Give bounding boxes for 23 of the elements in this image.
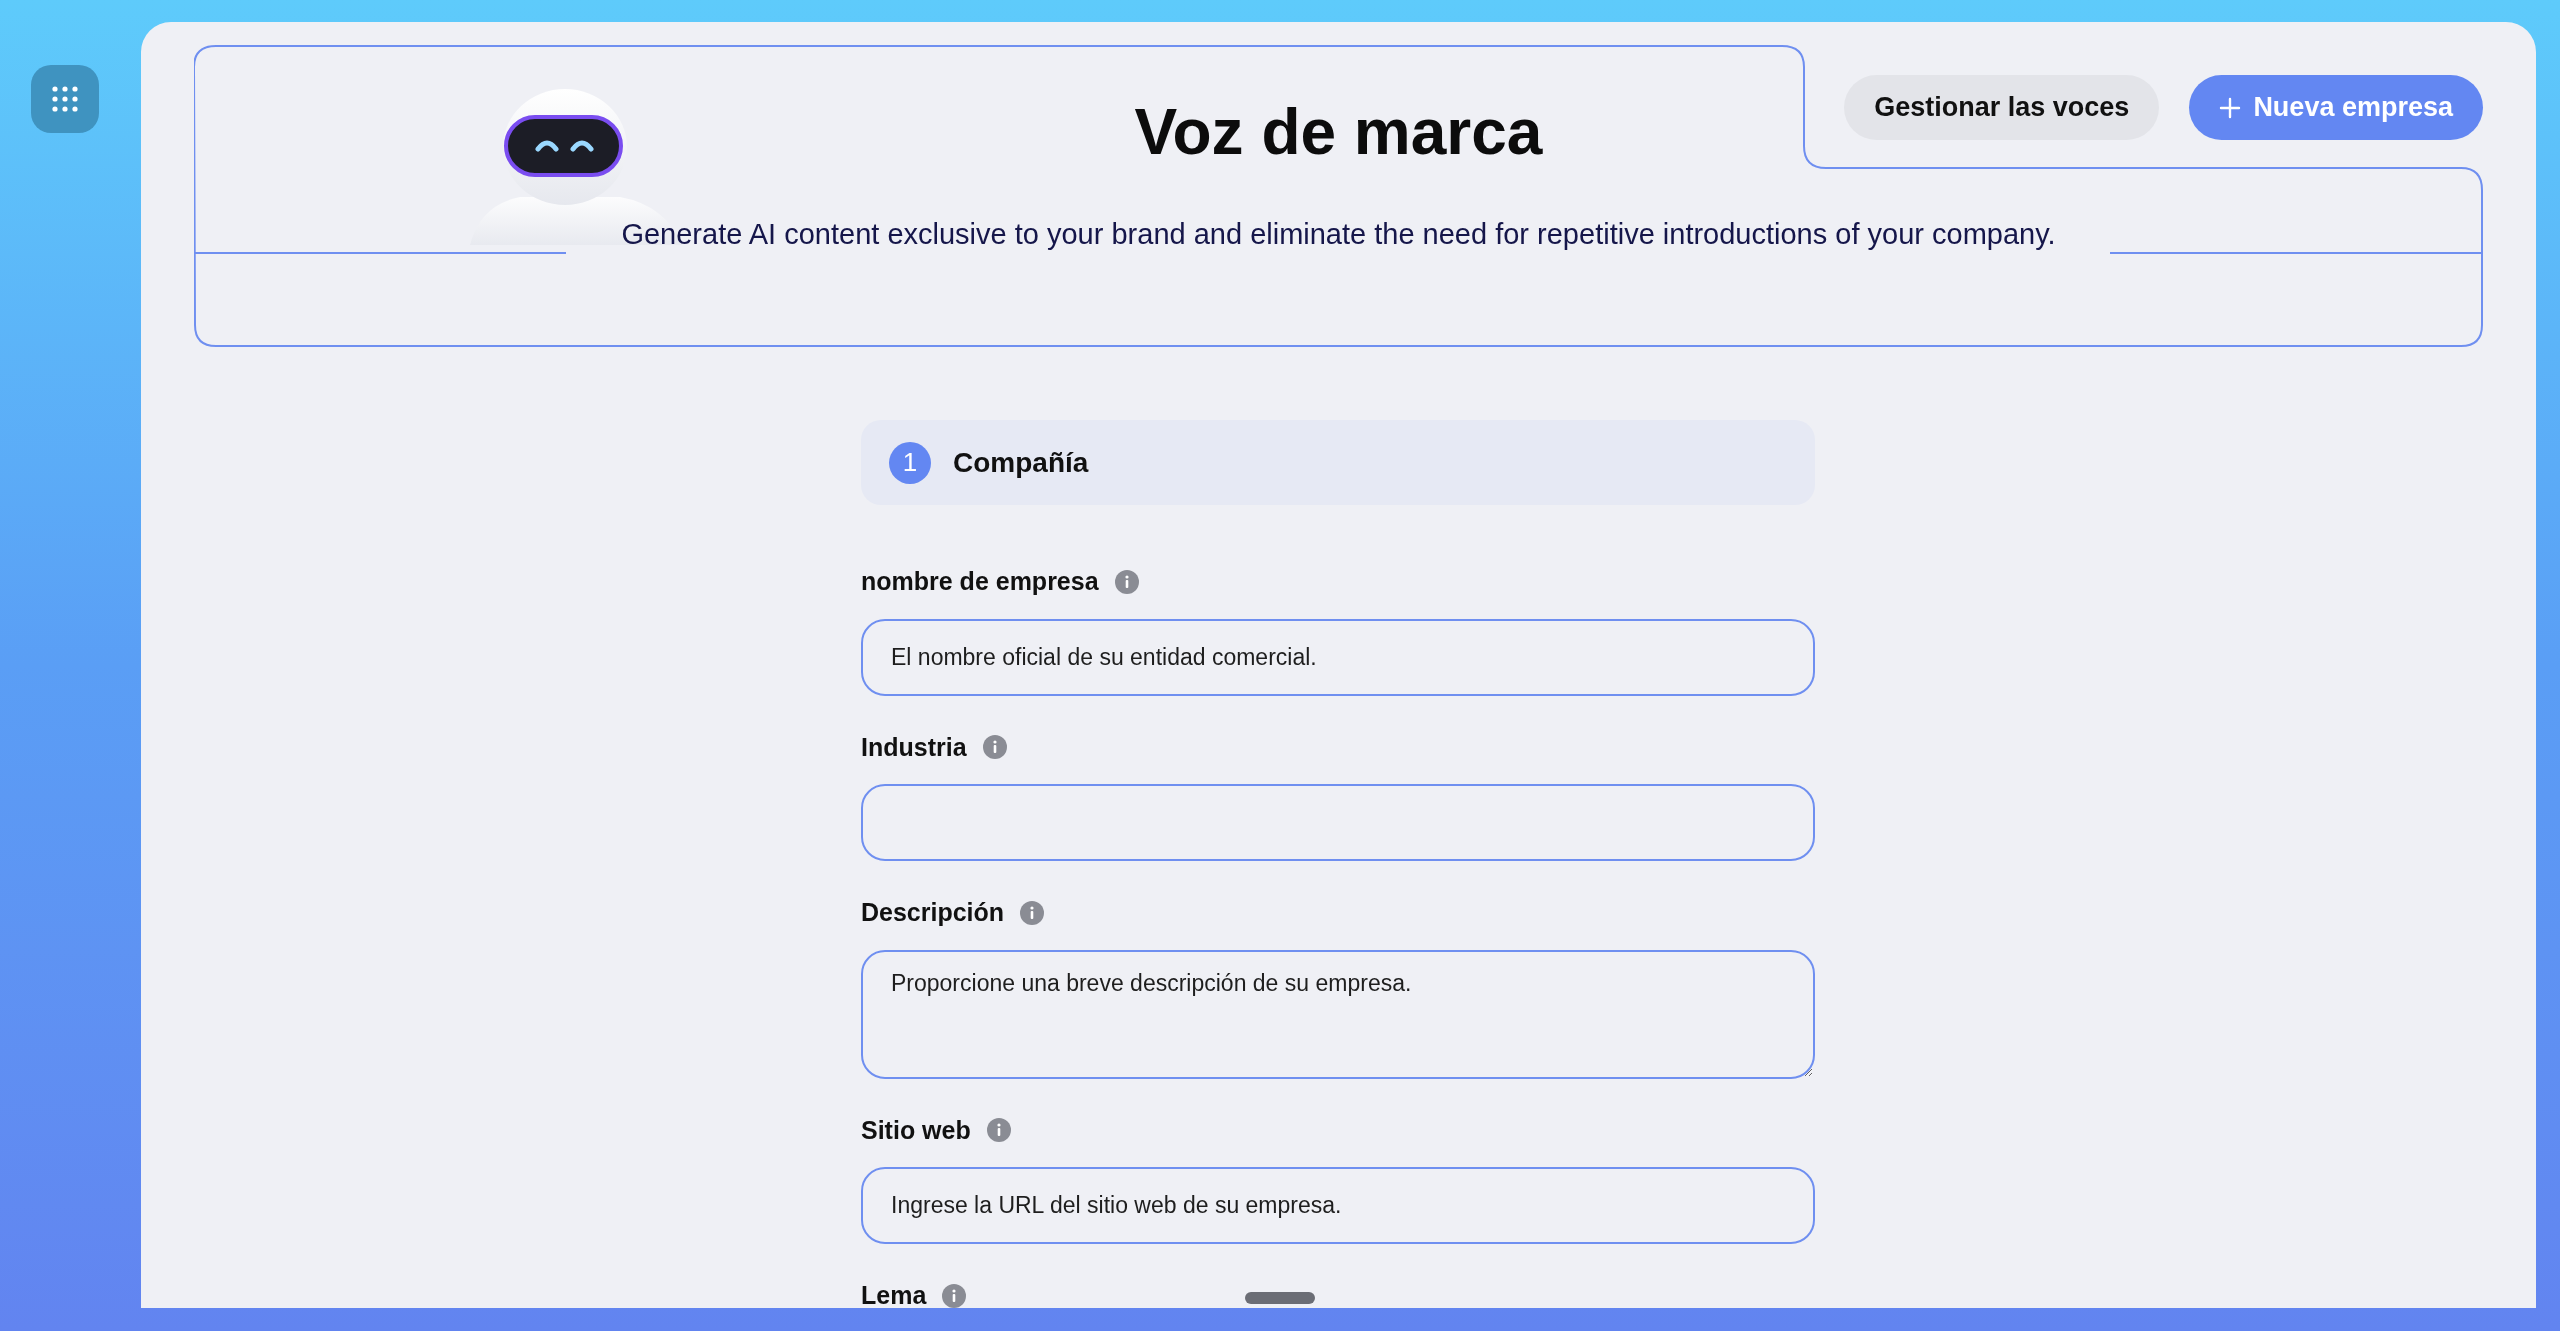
page-title: Voz de marca <box>1134 100 1543 164</box>
manage-voices-button[interactable]: Gestionar las voces <box>1844 75 2160 140</box>
step-title: Compañía <box>953 445 1089 480</box>
field-label: Sitio web <box>861 1114 971 1146</box>
grid-icon <box>51 86 78 112</box>
plus-icon <box>2219 96 2242 119</box>
info-icon <box>1020 900 1045 925</box>
field-label: Industria <box>861 731 967 763</box>
input-field[interactable] <box>861 784 1815 861</box>
info-icon <box>986 1118 1011 1143</box>
input-field[interactable]: Ingrese la URL del sitio web de su empresa. <box>861 1167 1815 1244</box>
info-icon <box>982 735 1007 760</box>
info-icon <box>942 1283 967 1308</box>
info-icon <box>1114 569 1139 594</box>
input-field[interactable]: El nombre oficial de su entidad comercial. <box>861 618 1815 696</box>
step-number: 1 <box>889 441 931 484</box>
field-label: nombre de empresa <box>861 566 1099 597</box>
field-label: Lema <box>861 1280 927 1308</box>
field-label: Descripción <box>861 897 1005 928</box>
scroll-handle <box>1245 1292 1315 1304</box>
page-subtitle: Generate AI content exclusive to your brand and eliminate the need for repetitive introductions of your company. <box>620 217 2057 252</box>
description-textarea[interactable]: Proporcione una breve descripción de su empresa. <box>861 949 1815 1079</box>
apps-menu-button[interactable] <box>30 65 99 133</box>
